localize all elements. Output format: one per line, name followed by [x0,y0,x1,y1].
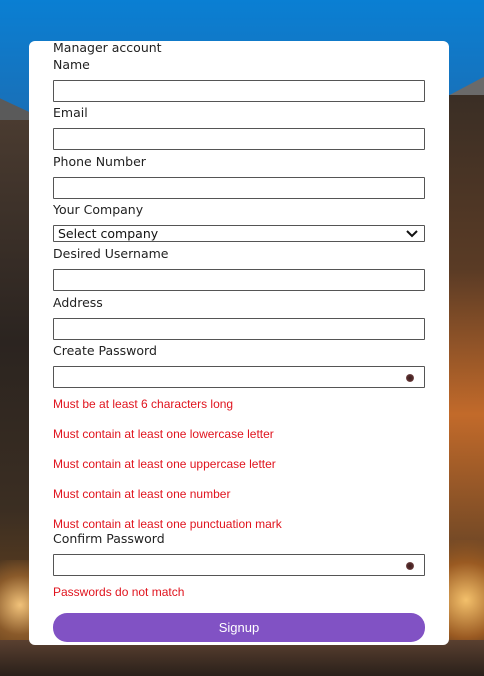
email-input[interactable] [53,128,425,150]
password-error: Must contain at least one uppercase lett… [53,457,276,471]
password-label: Create Password [53,343,157,358]
address-input[interactable] [53,318,425,340]
password-error: Must contain at least one number [53,487,231,501]
confirm-password-error: Passwords do not match [53,585,185,599]
company-select[interactable]: Select company [53,225,425,242]
email-label: Email [53,105,88,120]
eye-icon[interactable] [406,374,414,382]
username-input[interactable] [53,269,425,291]
phone-input[interactable] [53,177,425,199]
password-error: Must contain at least one lowercase lett… [53,427,274,441]
phone-label: Phone Number [53,154,146,169]
signup-form-card: Manager account Name Email Phone Number … [29,40,449,645]
password-error: Must be at least 6 characters long [53,397,234,411]
password-error: Must contain at least one punctuation ma… [53,517,282,531]
address-label: Address [53,295,103,310]
company-select-value: Select company [58,226,159,241]
form-title: Manager account [53,40,162,55]
confirm-password-input[interactable] [53,554,425,576]
name-label: Name [53,57,90,72]
chevron-down-icon [406,230,418,238]
company-label: Your Company [53,202,144,217]
username-label: Desired Username [53,246,169,261]
eye-icon[interactable] [406,562,414,570]
signup-button[interactable]: Signup [53,613,425,642]
confirm-password-label: Confirm Password [53,531,165,546]
password-input[interactable] [53,366,425,388]
name-input[interactable] [53,80,425,102]
